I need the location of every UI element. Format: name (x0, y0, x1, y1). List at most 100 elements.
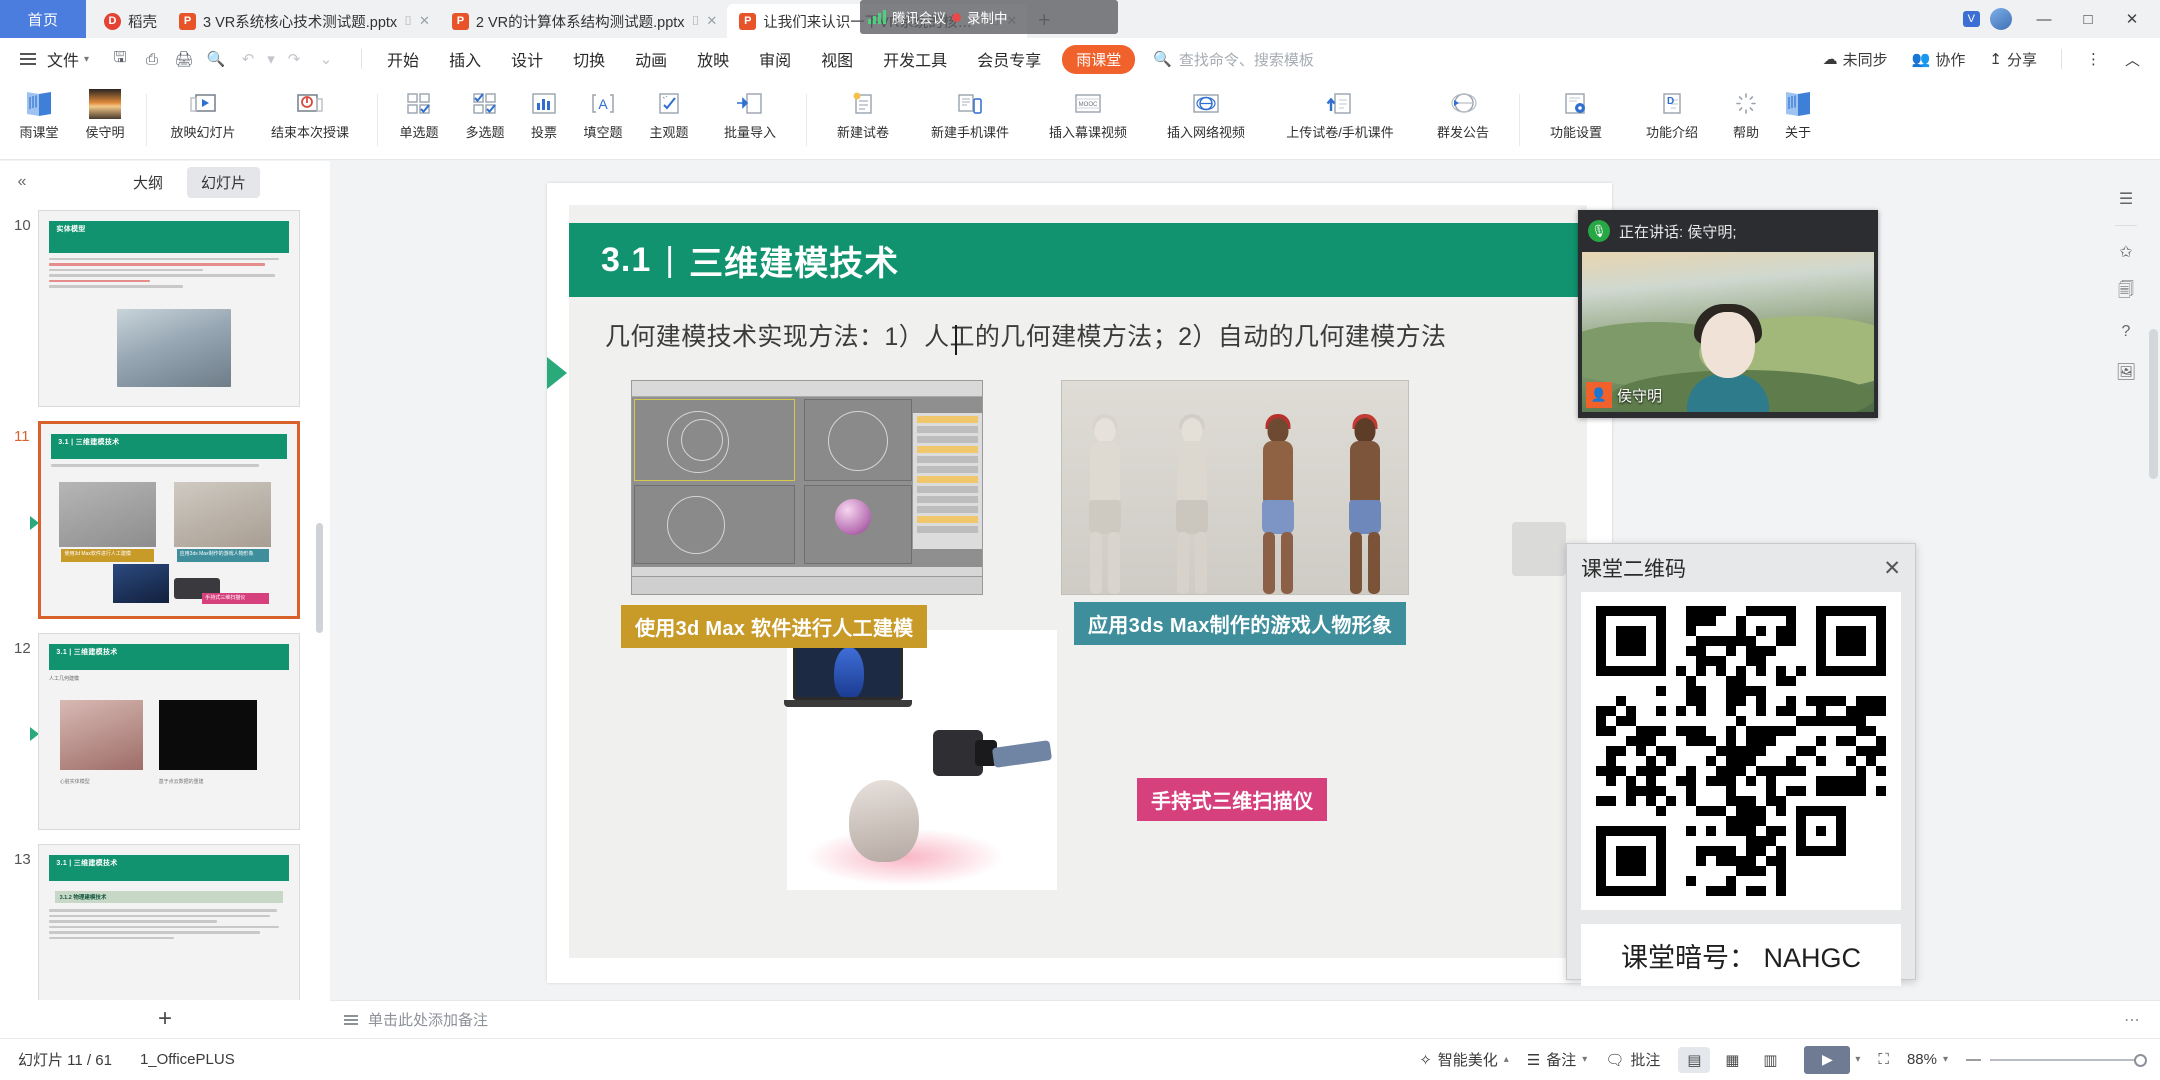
slide-page[interactable]: 3.1 | 三维建模技术 几何建模技术实现方法：1）人工的几何建模方法；2）自动… (547, 205, 1587, 958)
list-icon[interactable]: ☰ (2108, 181, 2144, 217)
slide-title-band[interactable]: 3.1 | 三维建模技术 (569, 223, 1587, 297)
ribbon-button-vote[interactable]: 投票 (518, 82, 570, 158)
tab-slides[interactable]: 幻灯片 (186, 166, 260, 198)
slide-thumbnail-13[interactable]: 3.1 | 三维建模技术 3.1.2 物理建模技术 (38, 844, 300, 1000)
ribbon-button-help[interactable]: 帮助 (1720, 82, 1772, 158)
menu-item-slideshow[interactable]: 放映 (682, 43, 744, 75)
ribbon-button-broadcast[interactable]: 群发公告 (1415, 82, 1511, 158)
ribbon-button-intro[interactable]: D 功能介绍 (1624, 82, 1720, 158)
handheld-scanner-image[interactable] (784, 630, 1057, 890)
ribbon-button-user-account[interactable]: 侯守明 (72, 82, 138, 158)
menu-item-animation[interactable]: 动画 (620, 43, 682, 75)
slide-sorter-view-button[interactable]: ▦ (1716, 1047, 1748, 1073)
caption-3dmax[interactable]: 使用3d Max 软件进行人工建模 (621, 605, 928, 648)
collapse-panel-button[interactable]: « (0, 173, 44, 191)
undo-icon[interactable]: ↶ (233, 45, 263, 73)
tab-close-icon[interactable]: ✕ (419, 13, 430, 29)
home-tab[interactable]: 首页 (0, 0, 86, 38)
menu-item-review[interactable]: 审阅 (744, 43, 806, 75)
thumbnail-row-10[interactable]: 10 实体模型 (0, 203, 330, 414)
classroom-qr-panel[interactable]: 课堂二维码 ✕ 课堂暗号： NAHGC (1566, 543, 1916, 986)
chevron-down-icon[interactable]: ▾ (1855, 1054, 1860, 1065)
zoom-level[interactable]: 88% ▾ (1907, 1051, 1948, 1068)
smart-beautify-button[interactable]: ✧ 智能美化 ▴ (1419, 1049, 1509, 1070)
menu-item-vip[interactable]: 会员专享 (962, 43, 1056, 75)
command-search[interactable]: 🔍 查找命令、搜索模板 (1153, 49, 1314, 70)
more-options-button[interactable]: ⋮ (2076, 47, 2111, 71)
slide-thumbnail-12[interactable]: 3.1 | 三维建模技术 人工几何建模 心脏实体模型 基于点云数据的重建 (38, 633, 300, 830)
collapse-ribbon-button[interactable]: ︿ (2115, 46, 2150, 73)
ribbon-button-upload[interactable]: 上传试卷/手机课件 (1265, 82, 1415, 158)
ribbon-button-about[interactable]: 关于 (1772, 82, 1824, 158)
template-name[interactable]: 1_OfficePLUS (140, 1051, 235, 1068)
share-button[interactable]: ↥ 分享 (1979, 46, 2047, 73)
slide-thumbnail-10[interactable]: 实体模型 (38, 210, 300, 407)
print-icon[interactable]: 🖨 (169, 45, 199, 73)
3dmax-software-screenshot[interactable] (631, 380, 983, 595)
vip-badge[interactable]: V (1962, 11, 1980, 27)
zoom-out-button[interactable]: — (1966, 1051, 1981, 1068)
document-tab-2[interactable]: P 2 VR的计算体系结构测试题.pptx ⌷ ✕ (440, 4, 727, 38)
close-icon[interactable]: ✕ (1883, 556, 1901, 581)
slide-thumbnail-11[interactable]: 3.1 | 三维建模技术 使用3d Max软件进行人工建模 应用3ds Max制… (38, 421, 300, 619)
menu-item-transition[interactable]: 切换 (558, 43, 620, 75)
menu-item-start[interactable]: 开始 (372, 43, 434, 75)
thumbnail-row-11[interactable]: 11 3.1 | 三维建模技术 使用3d Max软件进行人工建模 应用3ds M… (0, 414, 330, 626)
find-icon[interactable]: 🔍 (201, 45, 231, 73)
close-button[interactable]: ✕ (2112, 3, 2152, 35)
ribbon-button-multi-choice[interactable]: 多选题 (452, 82, 518, 158)
zoom-slider[interactable]: — (1966, 1051, 2147, 1068)
mic-icon[interactable]: 🎙 (1588, 220, 1610, 242)
redo-icon[interactable]: ↷ (279, 45, 309, 73)
meeting-recording-overlay[interactable]: 腾讯会议 录制中 (860, 0, 1118, 34)
thumbnail-row-13[interactable]: 13 3.1 | 三维建模技术 3.1.2 物理建模技术 (0, 837, 330, 1000)
tab-pin-icon[interactable]: ⌷ (404, 13, 412, 29)
fit-to-window-button[interactable]: ⛶ (1878, 1051, 1889, 1068)
save-icon[interactable]: 🖫 (105, 45, 135, 73)
help-circle-icon[interactable]: ? (2108, 314, 2144, 350)
ribbon-button-mobile-courseware[interactable]: 新建手机课件 (911, 82, 1029, 158)
slide-thumbnail-panel[interactable]: 10 实体模型 11 3.1 | 三维建模技术 使用3d Max软件进行人工建模… (0, 203, 330, 1000)
ribbon-button-subjective[interactable]: 主观题 (636, 82, 702, 158)
menu-item-view[interactable]: 视图 (806, 43, 868, 75)
zoom-track[interactable] (1990, 1053, 2147, 1067)
document-tab-0[interactable]: D 稻壳 (92, 4, 167, 38)
ribbon-button-rain-classroom[interactable]: 雨课堂 (6, 82, 72, 158)
sync-status-button[interactable]: ☁ 未同步 (1813, 46, 1898, 73)
speaker-video-panel[interactable]: 🎙 正在讲话: 侯守明; 👤 侯守明 (1578, 210, 1878, 418)
stage-scrollbar[interactable] (2149, 329, 2158, 916)
floating-toolbar-button[interactable] (1512, 522, 1566, 576)
ribbon-button-end-class[interactable]: 结束本次授课 (251, 82, 369, 158)
game-characters-image[interactable] (1061, 380, 1409, 595)
customize-icon[interactable]: ⌄ (311, 45, 341, 73)
menu-item-devtools[interactable]: 开发工具 (868, 43, 962, 75)
comment-button[interactable]: 🗨 批注 (1605, 1049, 1660, 1070)
caption-game-characters[interactable]: 应用3ds Max制作的游戏人物形象 (1074, 602, 1407, 645)
caption-handheld-scanner[interactable]: 手持式三维扫描仪 (1137, 778, 1328, 821)
video-feed[interactable]: 👤 侯守明 (1582, 252, 1874, 412)
add-slide-button[interactable]: + (0, 1000, 330, 1038)
reading-view-button[interactable]: ▥ (1754, 1047, 1786, 1073)
collaborate-button[interactable]: 👥 协作 (1902, 46, 1976, 73)
copy-icon[interactable]: 🗐 (2108, 274, 2144, 310)
ribbon-button-single-choice[interactable]: 单选题 (386, 82, 452, 158)
ribbon-button-play-slides[interactable]: 放映幻灯片 (155, 82, 251, 158)
tab-outline[interactable]: 大纲 (119, 167, 177, 198)
maximize-button[interactable]: □ (2068, 3, 2108, 35)
tab-pin-icon[interactable]: ⌷ (692, 13, 700, 29)
ribbon-button-settings[interactable]: 功能设置 (1528, 82, 1624, 158)
file-menu-button[interactable]: 文件 ▾ (14, 47, 95, 71)
normal-view-button[interactable]: ▤ (1678, 1046, 1711, 1073)
image-icon[interactable]: 🖼 (2108, 354, 2144, 390)
slide-canvas[interactable]: 3.1 | 三维建模技术 几何建模技术实现方法：1）人工的几何建模方法；2）自动… (547, 183, 1612, 983)
notes-more-button[interactable]: ⋯ (2124, 1010, 2142, 1030)
pin-icon[interactable]: ✩ (2108, 234, 2144, 270)
minimize-button[interactable]: — (2024, 3, 2064, 35)
ribbon-button-mooc-video[interactable]: MOOC 插入幕课视频 (1029, 82, 1147, 158)
ribbon-button-new-paper[interactable]: 新建试卷 (815, 82, 911, 158)
notes-toggle-button[interactable]: ☰ 备注 ▾ (1527, 1049, 1588, 1070)
zoom-knob[interactable] (2134, 1053, 2147, 1067)
menu-item-design[interactable]: 设计 (496, 43, 558, 75)
user-avatar[interactable] (1990, 8, 2012, 30)
menu-item-insert[interactable]: 插入 (434, 43, 496, 75)
